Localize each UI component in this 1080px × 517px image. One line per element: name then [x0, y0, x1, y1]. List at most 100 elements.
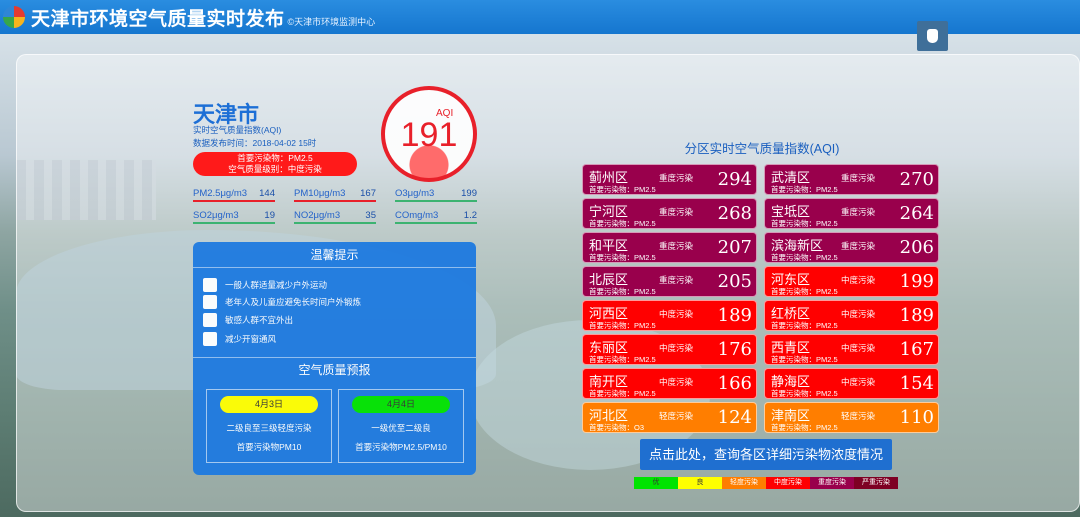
- tip-item: 敏感人群不宜外出: [203, 312, 293, 328]
- forecast-title: 空气质量预报: [193, 357, 476, 383]
- district-card[interactable]: 宁河区 重度污染 首要污染物：PM2.5 268: [582, 198, 757, 229]
- district-primary-pollutant: 首要污染物：PM2.5: [771, 287, 838, 296]
- pollutant-co: COmg/m3 1.2: [395, 210, 477, 224]
- quality-level: 空气质量级别：中度污染: [228, 164, 322, 174]
- district-level: 重度污染: [659, 275, 694, 285]
- district-card[interactable]: 宝坻区 重度污染 首要污染物：PM2.5 264: [764, 198, 939, 229]
- district-card[interactable]: 南开区 中度污染 首要污染物：PM2.5 166: [582, 368, 757, 399]
- tips-title: 温馨提示: [193, 242, 476, 268]
- district-level: 重度污染: [841, 173, 876, 183]
- district-card[interactable]: 北辰区 重度污染 首要污染物：PM2.5 205: [582, 266, 757, 297]
- district-aqi-value: 166: [717, 373, 752, 394]
- walking-person-icon: [203, 295, 217, 309]
- mask-face-icon: [203, 313, 217, 327]
- primary-pollutant-box: 首要污染物：PM2.5 空气质量级别：中度污染: [193, 152, 357, 176]
- legend-item: 优: [634, 477, 678, 489]
- district-aqi-value: 110: [899, 407, 934, 428]
- district-primary-pollutant: 首要污染物：PM2.5: [771, 355, 838, 364]
- district-aqi-value: 206: [899, 237, 934, 258]
- district-level: 中度污染: [659, 377, 694, 387]
- tip-text: 敏感人群不宜外出: [225, 315, 294, 325]
- pollutant-name: PM10μg/m3: [294, 188, 346, 199]
- pollutant-value: 35: [365, 210, 376, 221]
- district-primary-pollutant: 首要污染物：PM2.5: [589, 287, 656, 296]
- pollutant-value: 144: [259, 188, 275, 199]
- tip-text: 一般人群适量减少户外运动: [225, 280, 328, 290]
- district-card[interactable]: 津南区 轻度污染 首要污染物：PM2.5 110: [764, 402, 939, 433]
- district-card[interactable]: 红桥区 中度污染 首要污染物：PM2.5 189: [764, 300, 939, 331]
- pollutant-name: PM2.5μg/m3: [193, 188, 248, 199]
- district-level: 中度污染: [659, 343, 694, 353]
- pollutant-pm10: PM10μg/m3 167: [294, 188, 376, 202]
- district-aqi-value: 189: [717, 305, 752, 326]
- district-primary-pollutant: 首要污染物：PM2.5: [589, 321, 656, 330]
- district-aqi-value: 167: [899, 339, 934, 360]
- pollutant-pm25: PM2.5μg/m3 144: [193, 188, 275, 202]
- district-level: 中度污染: [841, 377, 876, 387]
- district-level: 重度污染: [659, 207, 694, 217]
- district-card[interactable]: 蓟州区 重度污染 首要污染物：PM2.5 294: [582, 164, 757, 195]
- district-primary-pollutant: 首要污染物：PM2.5: [771, 423, 838, 432]
- district-aqi-value: 268: [717, 203, 752, 224]
- district-aqi-value: 294: [717, 169, 752, 190]
- mouse-icon: [927, 29, 938, 43]
- legend-item: 轻度污染: [722, 477, 766, 489]
- district-card[interactable]: 东丽区 中度污染 首要污染物：PM2.5 176: [582, 334, 757, 365]
- district-card[interactable]: 河东区 中度污染 首要污染物：PM2.5 199: [764, 266, 939, 297]
- forecast-level: 二级良至三级轻度污染: [226, 423, 312, 433]
- tip-item: 减少开窗通风: [203, 331, 276, 347]
- forecast-date: 4月4日: [352, 396, 450, 413]
- district-aqi-value: 199: [899, 271, 934, 292]
- pollutant-grid: PM2.5μg/m3 144 PM10μg/m3 167 O3μg/m3 199 SO…: [193, 188, 477, 232]
- district-level: 中度污染: [841, 343, 876, 353]
- district-card[interactable]: 和平区 重度污染 首要污染物：PM2.5 207: [582, 232, 757, 263]
- tip-text: 老年人及儿童应避免长时间户外锻炼: [225, 297, 362, 307]
- district-card[interactable]: 滨海新区 重度污染 首要污染物：PM2.5 206: [764, 232, 939, 263]
- district-primary-pollutant: 首要污染物：PM2.5: [771, 389, 838, 398]
- district-card[interactable]: 河西区 中度污染 首要污染物：PM2.5 189: [582, 300, 757, 331]
- district-aqi-value: 270: [899, 169, 934, 190]
- district-primary-pollutant: 首要污染物：PM2.5: [589, 389, 656, 398]
- pollutant-so2: SO2μg/m3 19: [193, 210, 275, 224]
- district-card[interactable]: 武清区 重度污染 首要污染物：PM2.5 270: [764, 164, 939, 195]
- district-card[interactable]: 西青区 中度污染 首要污染物：PM2.5 167: [764, 334, 939, 365]
- district-primary-pollutant: 首要污染物：PM2.5: [771, 219, 838, 228]
- aqi-color-legend: 优良轻度污染 中度污染 重度污染 严重污染: [634, 477, 898, 489]
- legend-item: 严重污染: [854, 477, 898, 489]
- pollutant-name: NO2μg/m3: [294, 210, 341, 221]
- legend-item: 重度污染: [810, 477, 854, 489]
- district-level: 中度污染: [841, 275, 876, 285]
- app-title: 天津市环境空气质量实时发布: [31, 8, 285, 30]
- district-primary-pollutant: 首要污染物：O3: [589, 423, 645, 432]
- pollutant-o3: O3μg/m3 199: [395, 188, 477, 202]
- primary-pollutant: 首要污染物：PM2.5: [237, 153, 313, 163]
- query-district-detail-button[interactable]: 点击此处，查询各区详细污染物浓度情况: [640, 439, 892, 470]
- pollutant-value: 167: [360, 188, 376, 199]
- district-level: 轻度污染: [841, 411, 876, 421]
- district-card[interactable]: 静海区 中度污染 首要污染物：PM2.5 154: [764, 368, 939, 399]
- district-aqi-value: 207: [717, 237, 752, 258]
- tip-item: 一般人群适量减少户外运动: [203, 277, 327, 293]
- district-level: 轻度污染: [659, 411, 694, 421]
- district-aqi-value: 264: [899, 203, 934, 224]
- publish-time: 数据发布时间：2018-04-02 15时: [193, 138, 317, 148]
- app-subtitle: ©天津市环境监测中心: [287, 16, 376, 27]
- district-level: 重度污染: [659, 241, 694, 251]
- district-primary-pollutant: 首要污染物：PM2.5: [771, 185, 838, 194]
- district-card[interactable]: 河北区 轻度污染 首要污染物：O3 124: [582, 402, 757, 433]
- forecast-date: 4月3日: [220, 396, 318, 413]
- pollutant-value: 199: [461, 188, 477, 199]
- aqi-value: 191: [400, 116, 458, 154]
- pollutant-value: 19: [264, 210, 275, 221]
- mouse-scroll-button[interactable]: [917, 21, 948, 51]
- pollutant-no2: NO2μg/m3 35: [294, 210, 376, 224]
- district-panel-title: 分区实时空气质量指数(AQI): [684, 142, 840, 156]
- pollutant-name: COmg/m3: [395, 210, 439, 221]
- forecast-day-1: 4月3日 二级良至三级轻度污染 首要污染物PM10: [206, 389, 332, 463]
- forecast-day-2: 4月4日 一级优至二级良 首要污染物PM2.5/PM10: [338, 389, 464, 463]
- district-primary-pollutant: 首要污染物：PM2.5: [589, 219, 656, 228]
- forecast-pollutant: 首要污染物PM2.5/PM10: [355, 442, 447, 452]
- running-person-icon: [203, 278, 217, 292]
- pollutant-name: O3μg/m3: [395, 188, 435, 199]
- window-icon: [203, 332, 217, 346]
